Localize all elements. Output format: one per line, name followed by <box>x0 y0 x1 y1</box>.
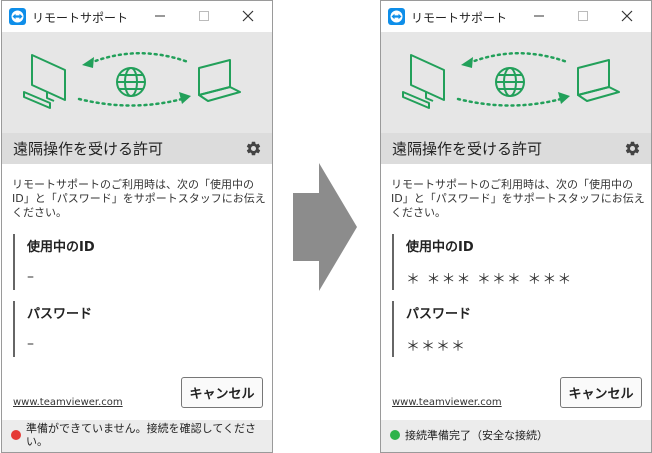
password-field: パスワード – <box>13 301 92 357</box>
section-title: 遠隔操作を受ける許可 <box>392 140 543 158</box>
maximize-icon[interactable] <box>194 6 214 26</box>
instructions-text: リモートサポートのご利用時は、次の「使用中のID」と「パスワード」をサポートスタ… <box>12 178 266 219</box>
password-label: パスワード <box>406 307 472 322</box>
remote-support-window-before: リモートサポート 遠隔操作を受ける許可 リモートサポートのご利用時は、次の「使用… <box>1 0 273 453</box>
teamviewer-logo-icon <box>388 8 405 25</box>
remote-support-window-after: リモートサポート 遠隔操作を受ける許可 リモートサポートのご利用時は、次の「使用… <box>380 0 652 453</box>
id-value: ＊ ＊＊＊ ＊＊＊ ＊＊＊ <box>406 272 573 288</box>
cancel-button[interactable]: キャンセル <box>181 377 263 408</box>
right-arrow-icon <box>293 163 357 291</box>
status-error-icon <box>11 430 21 440</box>
cancel-button[interactable]: キャンセル <box>560 377 642 408</box>
id-value: – <box>27 269 35 285</box>
status-bar: 接続準備完了（安全な接続） <box>381 420 651 452</box>
password-label: パスワード <box>27 307 93 322</box>
minimize-icon[interactable] <box>529 6 549 26</box>
gear-icon[interactable] <box>245 140 262 157</box>
section-title: 遠隔操作を受ける許可 <box>13 140 164 158</box>
teamviewer-logo-icon <box>9 8 26 25</box>
computer-globe-laptop-icon <box>381 32 651 133</box>
teamviewer-link[interactable]: www.teamviewer.com <box>13 397 123 408</box>
computer-globe-laptop-icon <box>2 32 272 133</box>
id-field: 使用中のID – <box>13 234 95 290</box>
id-label: 使用中のID <box>406 240 474 255</box>
minimize-icon[interactable] <box>150 6 170 26</box>
window-title: リモートサポート <box>32 11 129 25</box>
status-ok-icon <box>390 430 400 440</box>
gear-icon[interactable] <box>624 140 641 157</box>
teamviewer-link[interactable]: www.teamviewer.com <box>392 397 502 408</box>
status-text: 準備ができていません。接続を確認してください。 <box>26 422 257 448</box>
title-bar: リモートサポート <box>2 1 272 32</box>
close-icon[interactable] <box>238 6 258 26</box>
connection-illustration <box>2 32 272 133</box>
maximize-icon[interactable] <box>573 6 593 26</box>
instructions-text: リモートサポートのご利用時は、次の「使用中のID」と「パスワード」をサポートスタ… <box>391 178 645 219</box>
id-field: 使用中のID ＊ ＊＊＊ ＊＊＊ ＊＊＊ <box>392 234 572 290</box>
window-title: リモートサポート <box>411 11 508 25</box>
close-icon[interactable] <box>617 6 637 26</box>
connection-illustration <box>381 32 651 133</box>
id-label: 使用中のID <box>27 240 95 255</box>
section-header: 遠隔操作を受ける許可 <box>381 133 651 164</box>
title-bar: リモートサポート <box>381 1 651 32</box>
password-value: – <box>27 336 35 352</box>
status-bar: 準備ができていません。接続を確認してください。 <box>2 420 272 452</box>
section-header: 遠隔操作を受ける許可 <box>2 133 272 164</box>
password-value: ＊＊＊＊ <box>406 339 466 355</box>
password-field: パスワード ＊＊＊＊ <box>392 301 471 357</box>
status-text: 接続準備完了（安全な接続） <box>405 429 548 442</box>
